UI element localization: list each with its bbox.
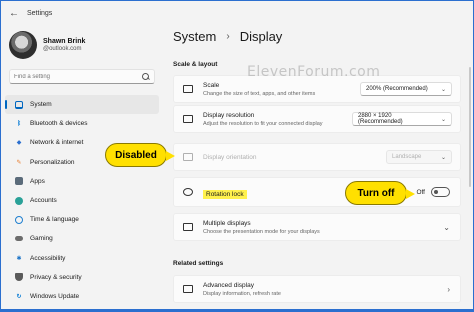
accessibility-icon: ✱: [16, 255, 22, 262]
search-box[interactable]: [9, 69, 155, 84]
apps-icon: [15, 177, 23, 186]
sidebar-nav: System ᛒ Bluetooth & devices ◆ Network &…: [5, 95, 159, 306]
section-scale-layout: Scale & layout: [173, 61, 218, 68]
window-border: [1, 309, 473, 311]
orientation-icon: [183, 153, 193, 161]
sidebar-item-time-language[interactable]: Time & language: [5, 210, 159, 229]
multiple-displays-card[interactable]: Multiple displays Choose the presentatio…: [173, 213, 461, 241]
search-input[interactable]: [14, 73, 142, 80]
sidebar-item-apps[interactable]: Apps: [5, 172, 159, 191]
orientation-card: Display orientation Landscape ⌄: [173, 143, 461, 171]
sidebar-item-label: Personalization: [30, 158, 75, 166]
advanced-display-card[interactable]: Advanced display Display information, re…: [173, 275, 461, 303]
resolution-title: Display resolution: [203, 111, 255, 119]
brush-icon: ✎: [16, 159, 22, 166]
sidebar-item-label: Network & internet: [30, 139, 84, 147]
rotation-lock-card[interactable]: Rotation lock Off: [173, 177, 461, 207]
rotation-lock-toggle[interactable]: [431, 187, 450, 197]
avatar: [9, 31, 37, 59]
multiple-displays-desc: Choose the presentation mode for your di…: [203, 228, 320, 235]
scale-icon: [183, 85, 193, 93]
orientation-title: Display orientation: [203, 153, 257, 161]
chevron-down-icon: ⌄: [440, 86, 446, 93]
profile-name: Shawn Brink: [43, 38, 86, 45]
user-profile[interactable]: Shawn Brink @outlook.com: [9, 29, 85, 61]
back-arrow-icon[interactable]: ←: [3, 2, 25, 24]
sidebar-item-label: Accessibility: [30, 254, 66, 262]
app-title: Settings: [27, 9, 53, 17]
callout-disabled: Disabled: [105, 143, 175, 167]
search-icon[interactable]: [142, 72, 150, 81]
sidebar-item-privacy[interactable]: Privacy & security: [5, 268, 159, 287]
sidebar-item-label: Bluetooth & devices: [30, 120, 88, 128]
resolution-icon: [183, 115, 193, 123]
orientation-value: Landscape: [392, 154, 422, 160]
scrollbar[interactable]: [469, 67, 471, 187]
chevron-right-icon[interactable]: ›: [447, 285, 450, 294]
resolution-card[interactable]: Display resolution Adjust the resolution…: [173, 105, 461, 133]
wifi-icon: ◆: [16, 140, 22, 147]
rotation-lock-state: Off: [416, 188, 425, 196]
multiple-displays-icon: [183, 223, 193, 231]
sidebar-item-windows-update[interactable]: ↻ Windows Update: [5, 287, 159, 306]
sidebar-item-label: Privacy & security: [30, 273, 82, 281]
sidebar-item-label: Time & language: [30, 216, 79, 224]
person-icon: [15, 196, 23, 205]
rotation-lock-title: Rotation lock: [203, 190, 247, 199]
rotation-lock-icon: [183, 188, 193, 196]
scale-dropdown[interactable]: 200% (Recommended) ⌄: [360, 82, 452, 96]
chevron-down-icon[interactable]: ⌄: [443, 223, 450, 232]
sidebar-item-bluetooth[interactable]: ᛒ Bluetooth & devices: [5, 114, 159, 133]
sidebar-item-accounts[interactable]: Accounts: [5, 191, 159, 210]
update-icon: ↻: [16, 293, 22, 300]
sidebar: Shawn Brink @outlook.com System ᛒ Blueto…: [1, 25, 163, 311]
chevron-down-icon: ⌄: [440, 154, 446, 161]
sidebar-item-label: System: [30, 101, 52, 109]
advanced-display-desc: Display information, refresh rate: [203, 290, 281, 297]
sidebar-item-label: Apps: [30, 177, 45, 185]
sidebar-item-gaming[interactable]: Gaming: [5, 229, 159, 248]
page-title: Display: [239, 29, 283, 44]
sidebar-item-label: Gaming: [30, 235, 53, 243]
watermark: ElevenForum.com: [247, 64, 381, 80]
advanced-display-icon: [183, 285, 193, 293]
resolution-value: 2880 × 1920 (Recommended): [358, 113, 403, 125]
multiple-displays-title: Multiple displays: [203, 219, 251, 227]
breadcrumb: System › Display: [173, 29, 282, 44]
scale-desc: Change the size of text, apps, and other…: [203, 90, 316, 97]
sidebar-item-accessibility[interactable]: ✱ Accessibility: [5, 249, 159, 268]
resolution-desc: Adjust the resolution to fit your connec…: [203, 120, 323, 127]
gamepad-icon: [15, 236, 23, 242]
chevron-down-icon: ⌄: [440, 116, 446, 123]
monitor-icon: [15, 100, 23, 109]
sidebar-item-label: Accounts: [30, 197, 57, 205]
bluetooth-icon: ᛒ: [17, 120, 21, 127]
title-bar: ← Settings: [1, 1, 473, 25]
breadcrumb-system[interactable]: System: [173, 29, 216, 44]
scale-value: 200% (Recommended): [366, 86, 428, 92]
chevron-right-icon: ›: [226, 31, 230, 42]
sidebar-item-system[interactable]: System: [5, 95, 159, 115]
callout-turn-off: Turn off: [345, 181, 415, 205]
sidebar-item-label: Windows Update: [30, 292, 80, 300]
shield-icon: [15, 273, 23, 282]
rotation-lock-toggle-group[interactable]: Off: [416, 187, 450, 197]
scale-title: Scale: [203, 81, 220, 89]
profile-email: @outlook.com: [43, 46, 82, 52]
section-related-settings: Related settings: [173, 260, 224, 267]
advanced-display-title: Advanced display: [203, 281, 254, 289]
resolution-dropdown[interactable]: 2880 × 1920 (Recommended) ⌄: [352, 112, 452, 126]
orientation-dropdown: Landscape ⌄: [386, 150, 452, 164]
globe-clock-icon: [15, 215, 23, 224]
